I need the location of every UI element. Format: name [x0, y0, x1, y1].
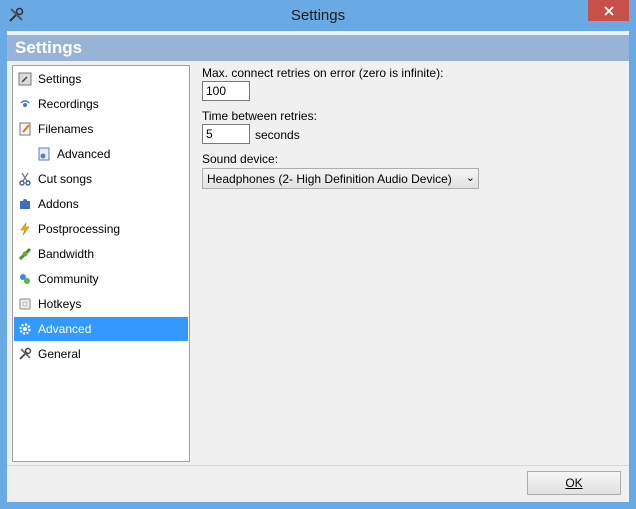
title-bar[interactable]: Settings [0, 0, 636, 31]
sidebar-item-addons[interactable]: Addons [17, 192, 185, 216]
settings-banner: Settings [7, 35, 629, 61]
sidebar-item-label: Addons [38, 197, 79, 211]
time-between-retries-label: Time between retries: [202, 109, 317, 123]
sidebar-item-label: Bandwidth [38, 247, 95, 261]
settings-window: Settings Settings Settings Recordings Fi… [0, 0, 636, 509]
tools-icon [17, 346, 33, 362]
sidebar-item-hotkeys[interactable]: Hotkeys [17, 292, 185, 316]
plug-icon [17, 246, 33, 262]
sound-device-label: Sound device: [202, 152, 279, 166]
sidebar-item-label: Advanced [57, 147, 111, 161]
seconds-label: seconds [255, 128, 300, 142]
sidebar-item-label: Postprocessing [38, 222, 121, 236]
sidebar-item-label: Settings [38, 72, 82, 86]
key-icon [17, 296, 33, 312]
advanced-file-icon [36, 146, 52, 162]
recordings-icon [17, 96, 33, 112]
sidebar-item-cut-songs[interactable]: Cut songs [17, 167, 185, 191]
lightning-icon [17, 221, 33, 237]
sidebar-item-general[interactable]: General [17, 342, 185, 366]
footer-divider [7, 465, 629, 466]
sidebar-item-settings[interactable]: Settings [17, 67, 185, 91]
chevron-down-icon: ⌄ [465, 172, 475, 184]
sidebar-item-filenames[interactable]: Filenames [17, 117, 185, 141]
sidebar-item-label: Hotkeys [38, 297, 82, 311]
close-icon [603, 5, 614, 16]
community-icon [17, 271, 33, 287]
sidebar-item-advanced[interactable]: Advanced [14, 317, 188, 341]
ok-button[interactable]: OK [527, 471, 621, 495]
banner-title: Settings [15, 38, 83, 57]
sidebar-item-label: Community [38, 272, 99, 286]
advanced-settings-panel: Max. connect retries on error (zero is i… [195, 65, 629, 465]
sidebar-item-label: Recordings [38, 97, 99, 111]
client-area: Settings Settings Recordings Filenames A… [7, 31, 629, 502]
sound-device-value: Headphones (2- High Definition Audio Dev… [207, 172, 452, 186]
sidebar-item-postprocessing[interactable]: Postprocessing [17, 217, 185, 241]
settings-tree[interactable]: Settings Recordings Filenames Advanced C… [12, 65, 190, 462]
sidebar-item-label: General [38, 347, 81, 361]
sidebar-item-label: Cut songs [38, 172, 93, 186]
sidebar-item-recordings[interactable]: Recordings [17, 92, 185, 116]
settings-icon [17, 71, 33, 87]
close-button[interactable] [588, 0, 629, 21]
gear-icon [17, 321, 33, 337]
ok-button-label: OK [565, 476, 583, 490]
time-between-retries-input[interactable] [202, 124, 250, 144]
retries-label: Max. connect retries on error (zero is i… [202, 66, 444, 80]
sidebar-item-label: Filenames [38, 122, 94, 136]
filenames-icon [17, 121, 33, 137]
retries-input[interactable] [202, 81, 250, 101]
window-title: Settings [290, 7, 346, 24]
sidebar-item-bandwidth[interactable]: Bandwidth [17, 242, 185, 266]
scissors-icon [17, 171, 33, 187]
sound-device-select[interactable]: Headphones (2- High Definition Audio Dev… [202, 168, 479, 189]
puzzle-icon [17, 196, 33, 212]
sidebar-item-community[interactable]: Community [17, 267, 185, 291]
sidebar-item-advanced-filenames[interactable]: Advanced [36, 142, 185, 166]
sidebar-item-label: Advanced [38, 322, 92, 336]
